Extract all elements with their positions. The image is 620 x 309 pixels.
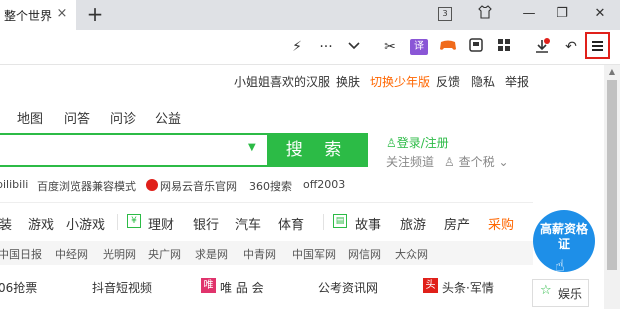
media-81[interactable]: 中国军网 <box>292 246 336 262</box>
translate-icon[interactable]: 译 <box>410 39 428 55</box>
search-input[interactable] <box>0 133 267 167</box>
main-menu-button[interactable] <box>585 32 610 59</box>
media-gmw[interactable]: 光明网 <box>103 246 136 262</box>
chevron-down-icon[interactable] <box>346 38 362 56</box>
media-dzwww[interactable]: 大众网 <box>395 246 428 262</box>
finance-icon: ¥ <box>127 214 141 228</box>
quick-link-bilibili[interactable]: bilibili <box>0 178 28 191</box>
pointing-hand-icon: ☝ <box>555 256 565 275</box>
header-link-teen-mode[interactable]: 切换少年版 <box>370 73 430 90</box>
nav-charity[interactable]: 公益 <box>155 108 181 127</box>
scroll-thumb[interactable] <box>607 80 617 270</box>
window-close-icon[interactable]: ✕ <box>591 5 609 23</box>
category-story[interactable]: 故事 <box>355 214 381 233</box>
star-icon: ☆ <box>540 283 552 298</box>
category-real-estate[interactable]: 房产 <box>444 214 470 233</box>
toolbar <box>0 30 620 65</box>
netease-music-icon <box>146 179 158 191</box>
game-icon[interactable] <box>438 38 458 56</box>
login-link[interactable]: ♙登录/注册 <box>386 134 449 151</box>
quick-link-360-search[interactable]: 360搜索 <box>249 178 292 194</box>
chevron-down-icon: ⌄ <box>498 155 509 169</box>
entertainment-label[interactable]: 娱乐 <box>558 285 582 302</box>
minimize-icon[interactable]: — <box>520 5 538 23</box>
search-dropdown-icon[interactable]: ▼ <box>248 142 256 153</box>
category-fashion[interactable]: 装 <box>0 214 12 233</box>
download-icon[interactable] <box>533 38 551 56</box>
lightning-icon[interactable]: ⚡ <box>289 38 305 56</box>
link-toutiao[interactable]: 头条·军情 <box>442 279 494 296</box>
undo-icon[interactable]: ↶ <box>563 38 579 56</box>
category-mini-games[interactable]: 小游戏 <box>66 214 105 233</box>
follow-channel-link[interactable]: 关注频道 <box>386 153 434 170</box>
user-icon: ♙ <box>386 136 397 150</box>
login-label[interactable]: 登录/注册 <box>397 136 449 150</box>
category-purchase[interactable]: 采购 <box>488 214 514 233</box>
link-douyin[interactable]: 抖音短视频 <box>92 279 152 296</box>
header-link-report[interactable]: 举报 <box>505 73 529 90</box>
apps-icon[interactable] <box>496 38 512 56</box>
search-button[interactable]: 搜 索 <box>267 133 368 167</box>
tab-title[interactable]: 整个世界 <box>4 7 52 24</box>
link-exam[interactable]: 公考资讯网 <box>318 279 378 296</box>
reader-icon[interactable] <box>468 38 484 56</box>
vip-icon: 唯 <box>201 278 216 293</box>
quick-link-netease-music[interactable]: 网易云音乐官网 <box>160 178 237 194</box>
quick-link-baidu-browser[interactable]: 百度浏览器兼容模式 <box>37 178 136 194</box>
category-games[interactable]: 游戏 <box>28 214 54 233</box>
tab-close-icon[interactable]: × <box>54 6 70 22</box>
divider <box>117 214 118 230</box>
media-cnr[interactable]: 央广网 <box>148 246 181 262</box>
query-tax-label[interactable]: 查个税 <box>459 155 495 169</box>
media-qstheory[interactable]: 求是网 <box>195 246 228 262</box>
header-link-feedback[interactable]: 反馈 <box>436 73 460 90</box>
category-travel[interactable]: 旅游 <box>400 214 426 233</box>
query-tax-link[interactable]: ♙ 查个税 ⌄ <box>444 153 509 170</box>
category-finance[interactable]: 理财 <box>148 214 174 233</box>
media-cac[interactable]: 网信网 <box>348 246 381 262</box>
category-auto[interactable]: 汽车 <box>235 214 261 233</box>
category-sports[interactable]: 体育 <box>278 214 304 233</box>
tab-count-badge[interactable]: 3 <box>438 7 452 21</box>
link-vip[interactable]: 唯 品 会 <box>220 279 264 296</box>
header-link-skin[interactable]: 换肤 <box>336 73 360 90</box>
ad-text[interactable]: 高薪资格证 <box>539 222 589 252</box>
media-ce[interactable]: 中经网 <box>55 246 88 262</box>
nav-map[interactable]: 地图 <box>17 108 43 127</box>
story-icon: ▤ <box>333 214 347 228</box>
scissors-icon[interactable]: ✂ <box>381 38 399 56</box>
toutiao-icon: 头 <box>423 278 438 293</box>
user-icon: ♙ <box>444 155 455 169</box>
category-bank[interactable]: 银行 <box>193 214 219 233</box>
shirt-icon[interactable] <box>476 5 494 23</box>
new-tab-button[interactable]: + <box>84 3 106 25</box>
media-youth[interactable]: 中青网 <box>243 246 276 262</box>
scroll-up-arrow-icon[interactable]: ▲ <box>604 67 620 77</box>
header-link-hanfu[interactable]: 小姐姐喜欢的汉服 <box>234 73 330 90</box>
header-link-privacy[interactable]: 隐私 <box>471 73 495 90</box>
media-china-daily[interactable]: 中国日报 <box>0 246 42 262</box>
quick-link-off2003[interactable]: off2003 <box>303 178 345 191</box>
restore-icon[interactable]: ❐ <box>553 5 571 23</box>
nav-consult[interactable]: 问诊 <box>110 108 136 127</box>
more-icon[interactable]: ··· <box>315 38 337 56</box>
divider <box>323 214 324 230</box>
nav-qa[interactable]: 问答 <box>64 108 90 127</box>
link-ticket[interactable]: 06抢票 <box>0 279 37 296</box>
